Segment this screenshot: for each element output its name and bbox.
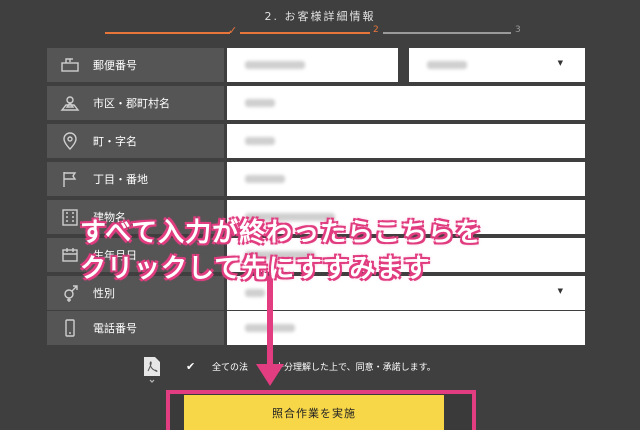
progress-bar: ✓ 2 3 — [105, 24, 525, 38]
prefecture-select[interactable]: ▼ — [409, 48, 585, 82]
city-label-text: 市区・郡町村名 — [93, 97, 170, 110]
agree-checkbox[interactable]: ✔ — [186, 360, 195, 373]
annotation-line-1: すべて入力が終わったらこちらを — [80, 218, 483, 248]
progress-segment-1 — [105, 32, 230, 34]
step-title: 2. お客様詳細情報 — [264, 10, 376, 23]
flag-icon — [47, 169, 93, 189]
postal-code-label-text: 郵便番号 — [93, 59, 137, 72]
town-row: 町・字名 — [47, 124, 585, 158]
postal-code-input[interactable] — [227, 48, 398, 82]
phone-input[interactable] — [227, 311, 585, 345]
submit-button[interactable]: 照合作業を実施 — [184, 395, 444, 430]
town-label: 町・字名 — [47, 124, 224, 158]
phone-label: 電話番号 — [47, 311, 224, 345]
phone-label-text: 電話番号 — [93, 322, 137, 335]
postal-code-label: 郵便番号 — [47, 48, 224, 82]
address-label-text: 丁目・番地 — [93, 173, 148, 186]
progress-segment-2 — [240, 32, 370, 34]
city-row: 市区・郡町村名 — [47, 86, 585, 120]
town-input[interactable] — [227, 124, 585, 158]
phone-row: 電話番号 — [47, 311, 585, 345]
progress-segment-3 — [383, 32, 511, 34]
location-pin-icon — [47, 131, 93, 151]
city-label: 市区・郡町村名 — [47, 86, 224, 120]
chevron-down-icon: ▼ — [557, 287, 563, 295]
pdf-document-icon[interactable] — [143, 356, 161, 384]
step-complete-check-icon: ✓ — [228, 24, 238, 37]
chevron-down-icon: ▼ — [557, 59, 563, 67]
mailbox-icon — [47, 55, 93, 75]
agreement-text: 全ての法 を十分理解した上で、同意・承諾します。 — [212, 363, 436, 373]
town-label-text: 町・字名 — [93, 135, 137, 148]
gender-icon — [47, 283, 93, 303]
step-number-3: 3 — [515, 25, 521, 35]
step-number-2: 2 — [373, 25, 379, 35]
address-row: 丁目・番地 — [47, 162, 585, 196]
address-input[interactable] — [227, 162, 585, 196]
map-icon — [47, 93, 93, 113]
city-input[interactable] — [227, 86, 585, 120]
address-label: 丁目・番地 — [47, 162, 224, 196]
annotation-line-2: クリックして先にすすみます — [80, 254, 431, 284]
phone-icon — [47, 318, 93, 338]
postal-code-row: 郵便番号 ▼ — [47, 48, 585, 82]
gender-label-text: 性別 — [93, 287, 115, 300]
